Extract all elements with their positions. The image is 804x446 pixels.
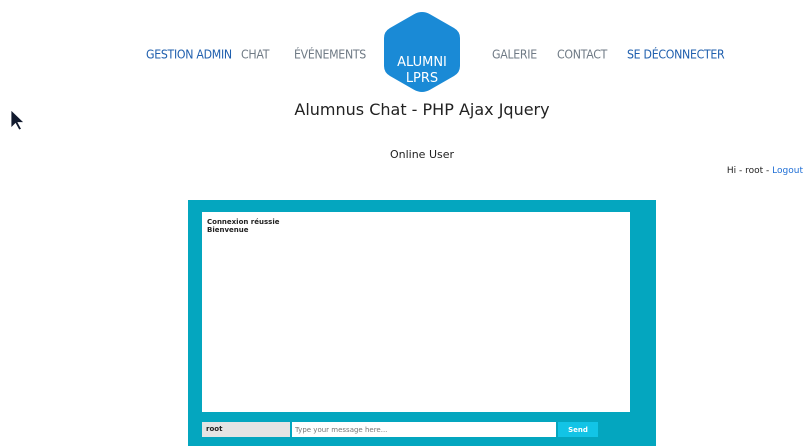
greeting: Hi - root - Logout	[727, 166, 804, 176]
logout-link[interactable]: Logout	[772, 166, 803, 176]
send-button[interactable]: Send	[558, 422, 598, 437]
logo-text-line2: LPRS	[405, 71, 439, 86]
chat-message: Bienvenue	[207, 226, 249, 234]
nav-galerie[interactable]: GALERIE	[492, 47, 537, 62]
username-field[interactable]: root	[202, 422, 290, 437]
nav-chat[interactable]: CHAT	[241, 47, 269, 62]
chat-box: Connexion réussie Bienvenue root Send	[188, 200, 656, 446]
online-user-label: Online User	[389, 148, 455, 161]
nav-gestion-admin[interactable]: GESTION ADMIN	[146, 47, 232, 62]
nav-contact[interactable]: CONTACT	[557, 47, 607, 62]
graduation-cap-icon	[382, 10, 400, 22]
greeting-text: Hi - root -	[726, 166, 773, 176]
nav-se-deconnecter[interactable]: SE DÉCONNECTER	[627, 47, 725, 62]
nav-evenements[interactable]: ÉVÉNEMENTS	[294, 47, 366, 62]
chat-message: Connexion réussie	[207, 218, 280, 226]
page-title: Alumnus Chat - PHP Ajax Jquery	[294, 100, 550, 119]
logo[interactable]: ALUMNI LPRS	[382, 10, 462, 94]
chat-log[interactable]: Connexion réussie Bienvenue	[202, 212, 630, 412]
message-input[interactable]	[292, 422, 556, 437]
logo-text-line1: ALUMNI	[397, 55, 447, 70]
